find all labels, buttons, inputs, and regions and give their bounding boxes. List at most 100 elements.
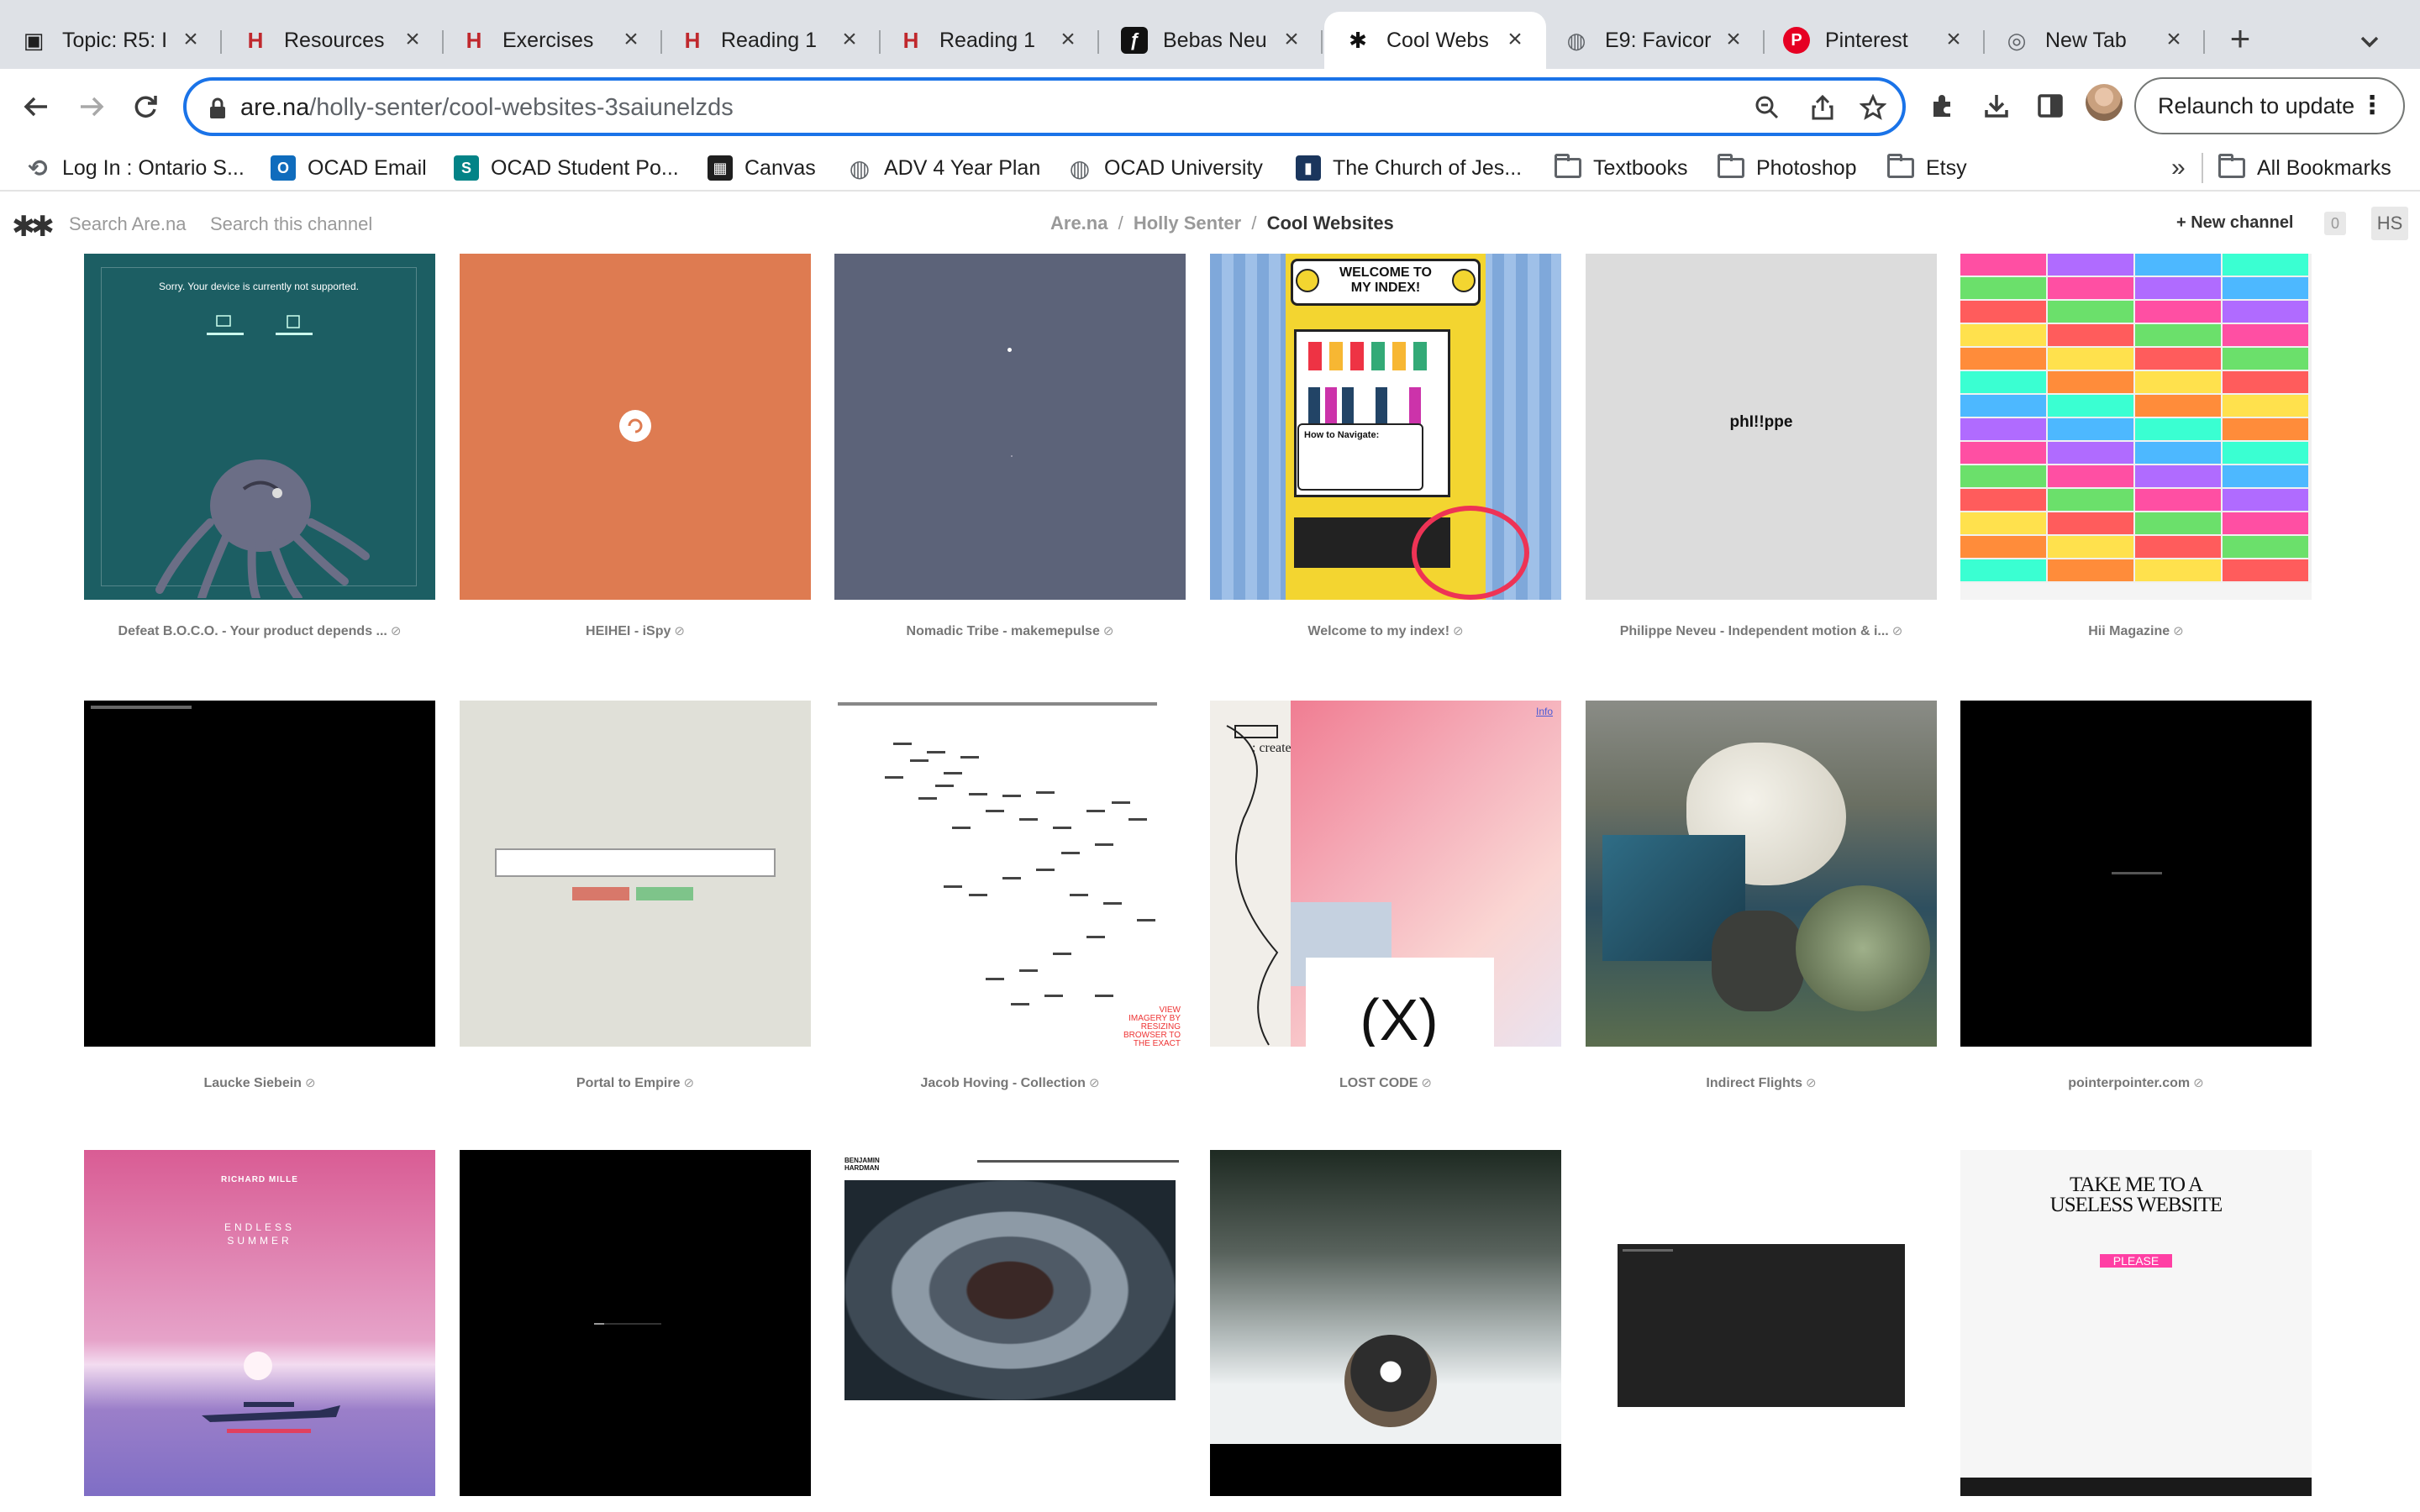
- close-icon[interactable]: ×: [1719, 26, 1748, 55]
- close-icon[interactable]: ×: [2160, 26, 2188, 55]
- d2l-icon: ▣: [23, 27, 45, 53]
- tab-6[interactable]: ƒ Bebas Neu ×: [1101, 12, 1323, 69]
- back-button[interactable]: [17, 87, 55, 126]
- arena-logo[interactable]: ✱✱: [12, 210, 55, 244]
- please-button: PLEASE: [2100, 1254, 2172, 1268]
- channel-block[interactable]: RICHARD MILLE ENDLESS SUMMER: [84, 1150, 435, 1496]
- channel-block[interactable]: WELCOME TO MY INDEX! How to Navigate:: [1210, 254, 1561, 600]
- side-panel-icon[interactable]: [2032, 87, 2069, 124]
- channel-block[interactable]: [460, 254, 811, 600]
- block-title[interactable]: Defeat B.O.C.O. - Your product depends .…: [84, 623, 435, 639]
- tab-8[interactable]: ◍ E9: Favicor ×: [1543, 12, 1765, 69]
- block-title[interactable]: Indirect Flights ⊘: [1586, 1075, 1937, 1091]
- tab-2[interactable]: H Resources ×: [222, 12, 444, 69]
- block-title[interactable]: Welcome to my index! ⊘: [1210, 623, 1561, 639]
- close-icon[interactable]: ×: [617, 26, 645, 55]
- download-icon[interactable]: [1978, 87, 2015, 124]
- tab-10[interactable]: ◎ New Tab ×: [1983, 12, 2205, 69]
- bookmark-6[interactable]: ◍ OCAD University: [1067, 150, 1263, 186]
- humber-icon: H: [247, 27, 264, 53]
- close-icon[interactable]: ×: [835, 26, 864, 55]
- notification-count[interactable]: 0: [2324, 212, 2346, 235]
- breadcrumb-user[interactable]: Holly Senter: [1134, 213, 1241, 234]
- channel-block[interactable]: [834, 254, 1186, 600]
- url-text[interactable]: are.na/holly-senter/cool-websites-3saiun…: [240, 94, 734, 122]
- tab-3[interactable]: H Exercises ×: [440, 12, 662, 69]
- block-title[interactable]: Portal to Empire ⊘: [460, 1075, 811, 1091]
- breadcrumb-channel[interactable]: Cool Websites: [1267, 213, 1394, 234]
- bookmark-4[interactable]: ▦ Canvas: [708, 150, 816, 186]
- channel-block[interactable]: [460, 1150, 811, 1496]
- user-menu-button[interactable]: HS: [2371, 207, 2408, 240]
- bookmark-2[interactable]: O OCAD Email: [271, 150, 427, 186]
- bookmarks-overflow-button[interactable]: »: [2171, 150, 2186, 186]
- block-title[interactable]: HEIHEI - iSpy ⊘: [460, 623, 811, 639]
- share-icon[interactable]: [1808, 93, 1837, 122]
- bookmark-3[interactable]: S OCAD Student Po...: [454, 150, 679, 186]
- relaunch-button[interactable]: Relaunch to update ⋮: [2134, 77, 2405, 134]
- close-icon[interactable]: ×: [1277, 26, 1306, 55]
- bookmark-8[interactable]: Textbooks: [1555, 150, 1688, 186]
- channel-block[interactable]: [1960, 701, 2312, 1047]
- tab-separator: [1097, 30, 1099, 54]
- channel-block[interactable]: Sorry. Your device is currently not supp…: [84, 254, 435, 600]
- block-title-text: pointerpointer.com: [2068, 1076, 2191, 1090]
- all-bookmarks-button[interactable]: All Bookmarks: [2218, 150, 2391, 186]
- new-tab-button[interactable]: +: [2222, 21, 2259, 59]
- block-title[interactable]: LOST CODE ⊘: [1210, 1075, 1561, 1091]
- tab-9[interactable]: P Pinterest ×: [1763, 12, 1985, 69]
- bookmark-9[interactable]: Photoshop: [1718, 150, 1857, 186]
- star-icon[interactable]: [1859, 93, 1887, 122]
- tab-search-button[interactable]: [2353, 25, 2386, 59]
- channel-block[interactable]: [1210, 1150, 1561, 1496]
- tab-1[interactable]: ▣ Topic: R5: I ×: [0, 12, 222, 69]
- link-icon: ⊘: [1421, 1076, 1432, 1090]
- zoom-icon[interactable]: [1753, 93, 1781, 122]
- channel-block[interactable]: : created: 196 B.C.Info(X): [1210, 701, 1561, 1047]
- kebab-menu-icon[interactable]: ⋮: [2360, 91, 2385, 120]
- bookmark-10[interactable]: Etsy: [1887, 150, 1967, 186]
- forward-button[interactable]: [72, 87, 111, 126]
- reload-button[interactable]: [126, 87, 165, 126]
- channel-block[interactable]: BENJAMIN HARDMAN: [834, 1150, 1186, 1496]
- tab-label: E9: Favicor: [1605, 28, 1712, 52]
- bookmark-1[interactable]: ⟲ Log In : Ontario S...: [25, 150, 245, 186]
- channel-block[interactable]: [460, 701, 811, 1047]
- profile-avatar[interactable]: [2086, 84, 2123, 121]
- new-channel-button[interactable]: + New channel: [2176, 213, 2294, 233]
- close-icon[interactable]: ×: [1939, 26, 1968, 55]
- close-icon[interactable]: ×: [176, 26, 205, 55]
- channel-block[interactable]: TAKE ME TO A USELESS WEBSITE PLEASE: [1960, 1150, 2312, 1496]
- channel-block[interactable]: [1586, 701, 1937, 1047]
- search-channel-input[interactable]: Search this channel: [210, 213, 372, 235]
- link-icon: ⊘: [1453, 624, 1464, 638]
- tab-7[interactable]: ✱ Cool Webs ×: [1324, 12, 1546, 69]
- close-icon[interactable]: ×: [398, 26, 427, 55]
- block-title[interactable]: Hii Magazine ⊘: [1960, 623, 2312, 639]
- bookmark-label: OCAD Student Po...: [491, 155, 679, 180]
- block-title[interactable]: Nomadic Tribe - makemepulse ⊘: [834, 623, 1186, 639]
- channel-block[interactable]: [1586, 1150, 1937, 1496]
- bookmark-5[interactable]: ◍ ADV 4 Year Plan: [847, 150, 1040, 186]
- bookmark-7[interactable]: ▮ The Church of Jes...: [1296, 150, 1522, 186]
- link-icon: ⊘: [674, 624, 685, 638]
- tab-5[interactable]: H Reading 1 ×: [877, 12, 1099, 69]
- channel-block[interactable]: [1960, 254, 2312, 600]
- close-icon[interactable]: ×: [1054, 26, 1082, 55]
- tab-4[interactable]: H Reading 1 ×: [659, 12, 881, 69]
- channel-block[interactable]: [84, 701, 435, 1047]
- block-title[interactable]: pointerpointer.com ⊘: [1960, 1075, 2312, 1091]
- search-arena-input[interactable]: Search Are.na: [69, 213, 186, 235]
- extensions-icon[interactable]: [1924, 87, 1961, 124]
- lock-icon[interactable]: [208, 97, 227, 124]
- channel-block[interactable]: VIEW IMAGERY BY RESIZING BROWSER TO THE …: [834, 701, 1186, 1047]
- block-title[interactable]: Laucke Siebein ⊘: [84, 1075, 435, 1091]
- address-bar[interactable]: are.na/holly-senter/cool-websites-3saiun…: [183, 77, 1906, 136]
- close-icon[interactable]: ×: [1501, 26, 1529, 55]
- breadcrumb-site[interactable]: Are.na: [1050, 213, 1107, 234]
- welcome-title: WELCOME TO MY INDEX!: [1339, 265, 1432, 295]
- channel-block[interactable]: phI!!ppe: [1586, 254, 1937, 600]
- block-title[interactable]: Jacob Hoving - Collection ⊘: [834, 1075, 1186, 1091]
- block-title[interactable]: Philippe Neveu - Independent motion & i.…: [1586, 623, 1937, 639]
- block-title-text: Nomadic Tribe - makemepulse: [906, 624, 1100, 638]
